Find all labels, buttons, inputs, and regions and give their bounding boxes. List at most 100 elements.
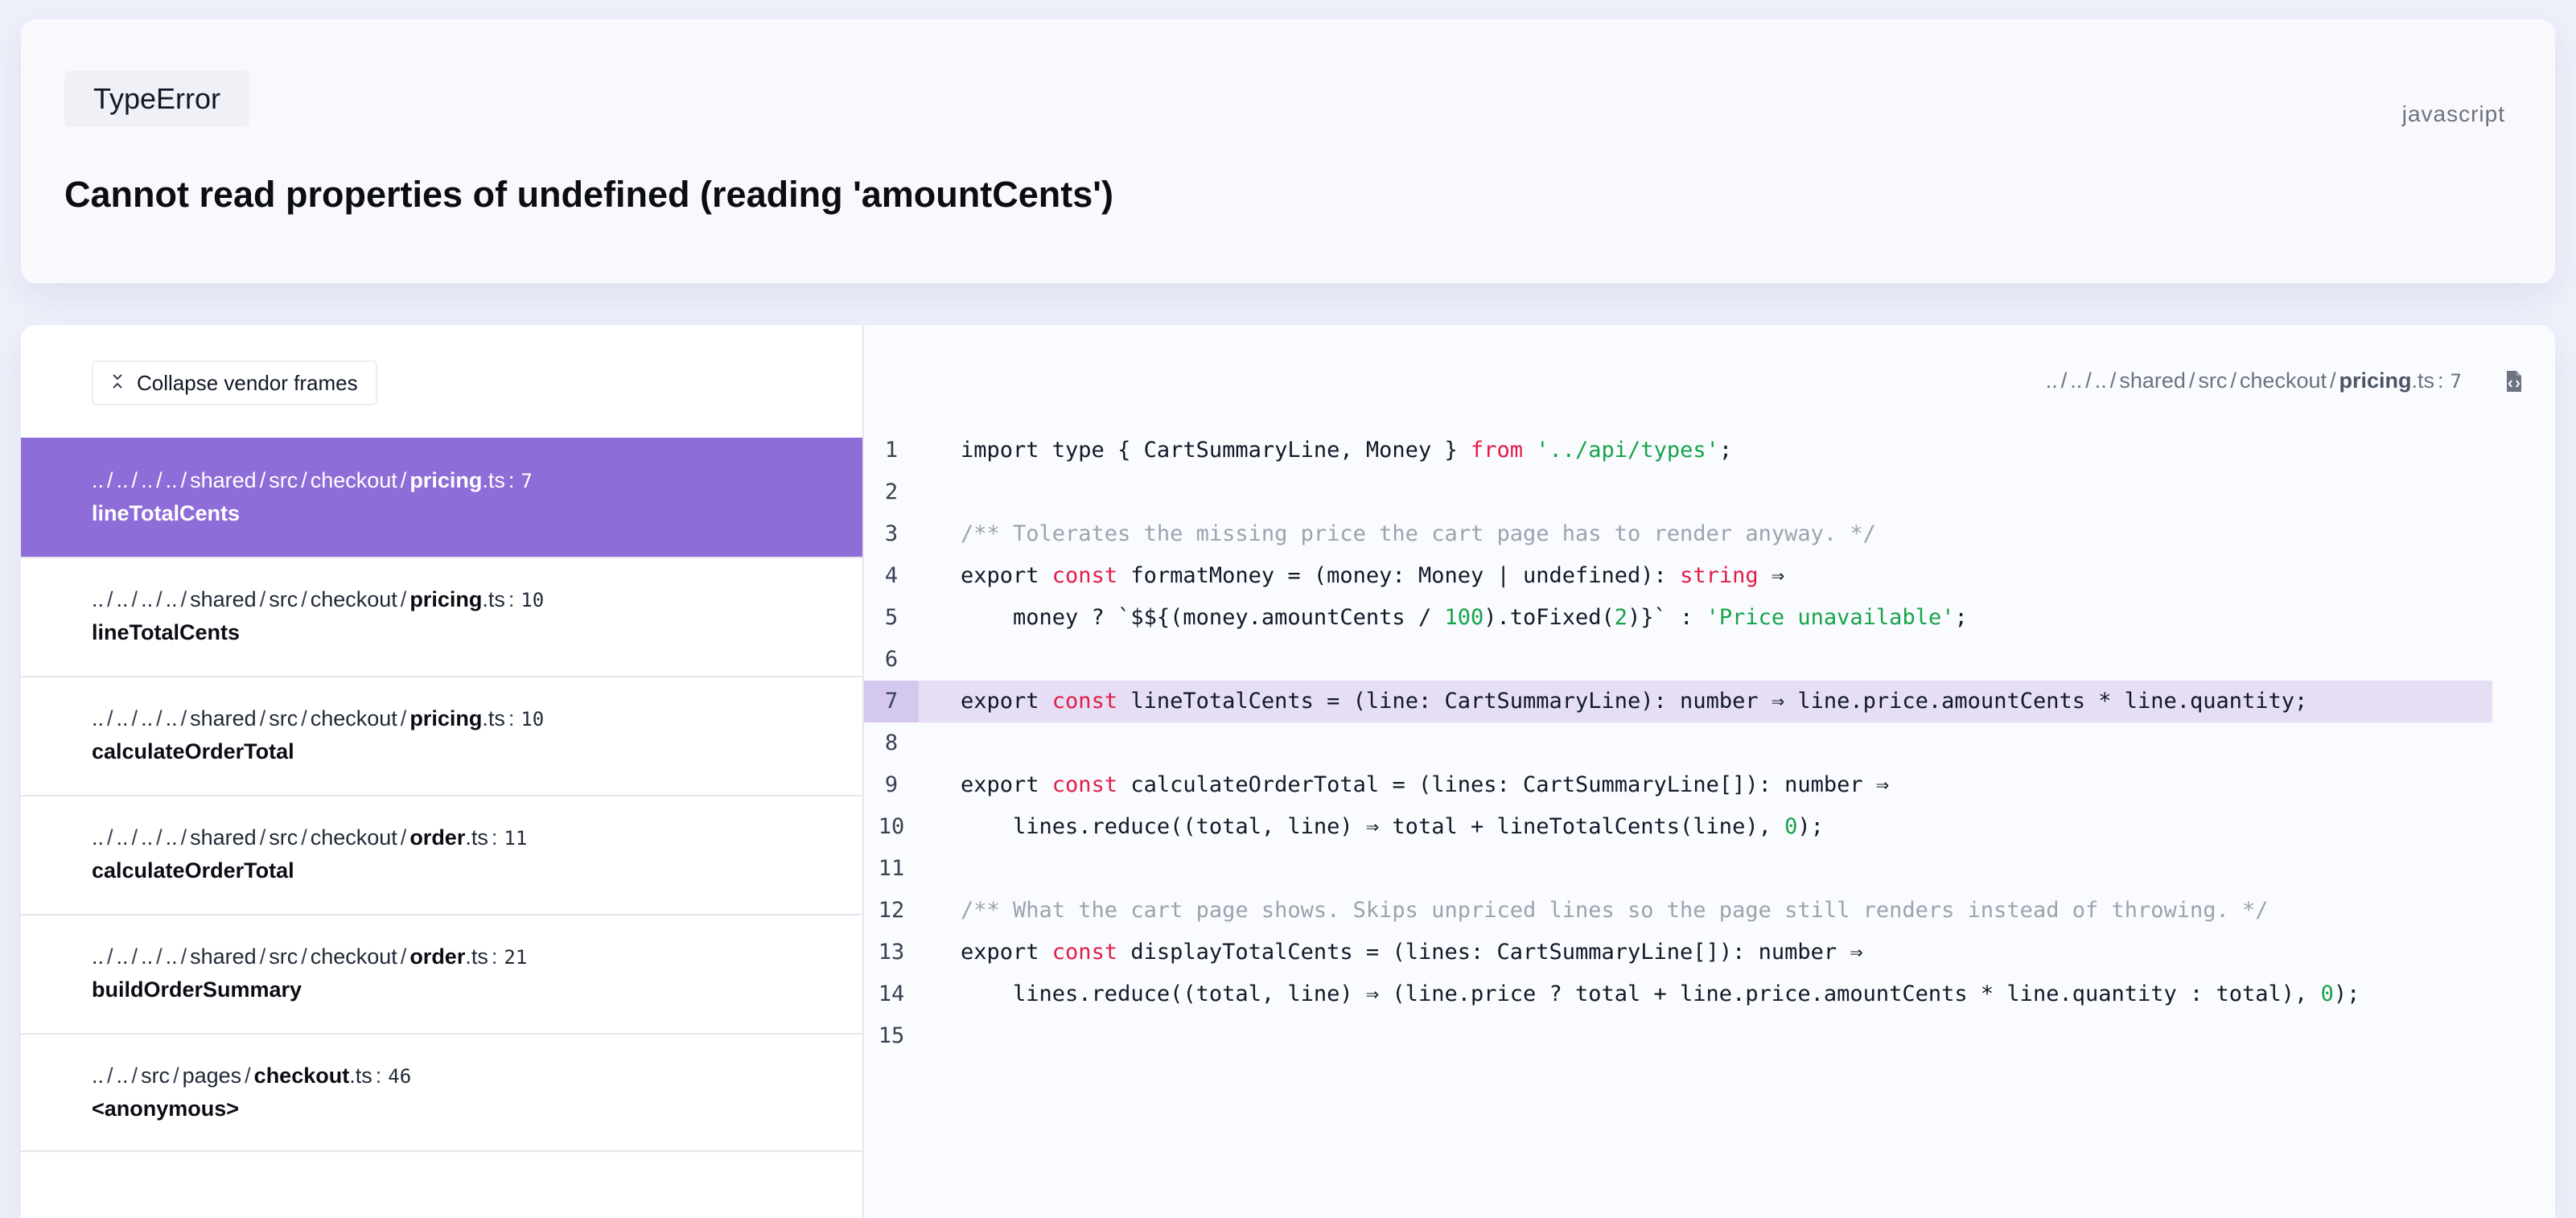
path-segment: checkout	[310, 468, 397, 492]
path-separator: /	[259, 944, 266, 969]
code-text: export const formatMoney = (money: Money…	[961, 555, 1784, 597]
code-text: /** Tolerates the missing price the cart…	[961, 513, 1876, 555]
code-token: formatMoney = (money: Money | undefined)…	[1117, 563, 1681, 588]
path-separator: /	[2109, 368, 2117, 393]
path-separator: /	[2329, 368, 2336, 393]
path-separator: /	[156, 706, 163, 730]
path-line-separator: :	[508, 706, 515, 730]
code-token: /** Tolerates the missing price the cart…	[961, 521, 1876, 546]
code-token: ;	[1718, 438, 1733, 463]
line-number: 1	[884, 438, 899, 463]
path-separator: /	[156, 944, 163, 969]
frame-path: .. /.. / src / pages / checkout.ts:46	[92, 1064, 862, 1088]
stack-frame[interactable]: .. /.. /.. /.. / shared / src / checkout / pricing.…	[21, 438, 862, 557]
path-segment: ..	[141, 825, 154, 850]
code-token: 2	[1614, 605, 1628, 630]
path-separator: /	[180, 468, 187, 492]
code-token: export	[961, 772, 1052, 797]
path-separator: /	[131, 587, 138, 611]
path-separator: /	[301, 468, 307, 492]
path-separator: /	[131, 468, 138, 492]
code-token: 0	[1784, 814, 1798, 839]
path-segment: src	[269, 825, 298, 850]
path-separator: /	[180, 587, 187, 611]
code-token: ).toFixed(	[1483, 605, 1615, 630]
code-line: 10 lines.reduce((total, line) ⇒ total + …	[864, 806, 2492, 848]
path-file-ext: .ts	[482, 468, 505, 492]
path-segment: ..	[165, 587, 178, 611]
code-token: );	[1797, 814, 1824, 839]
code-token: 'Price unavailable'	[1706, 605, 1955, 630]
stack-frame[interactable]: .. /.. / src / pages / checkout.ts:46 <anonymous…	[21, 1033, 862, 1152]
path-segment: ..	[116, 944, 129, 969]
frame-path: .. /.. /.. /.. / shared / src / checkout / pricing.…	[92, 468, 862, 493]
line-number: 4	[884, 563, 899, 588]
path-separator: /	[301, 944, 307, 969]
line-number: 2	[884, 479, 899, 504]
code-token: const	[1051, 940, 1118, 965]
code-line: 12 /** What the cart page shows. Skips un…	[864, 890, 2492, 932]
path-segment: pages	[182, 1064, 242, 1088]
path-separator: /	[400, 587, 407, 611]
code-line: 9 export const calculateOrderTotal = (lin…	[864, 764, 2492, 806]
path-file-ext: .ts	[465, 825, 488, 850]
path-segment: shared	[190, 706, 257, 730]
path-segment: ..	[92, 1064, 105, 1088]
path-separator: /	[2085, 368, 2092, 393]
path-segment: checkout	[310, 825, 397, 850]
code-file-path: .. /.. /.. / shared / src / checkout / pricing.ts:…	[2046, 368, 2462, 393]
code-token: '../api/types'	[1536, 438, 1719, 463]
code-text: lines.reduce((total, line) ⇒ total + lin…	[961, 806, 1824, 848]
code-line: 5 money ? `$${(money.amountCents / 100).…	[864, 597, 2492, 639]
path-line-separator: :	[491, 944, 498, 969]
code-panel: .. /.. /.. / shared / src / checkout / pricing.ts:…	[864, 325, 2555, 1218]
line-number: 7	[864, 681, 919, 722]
path-separator: /	[107, 468, 113, 492]
line-number: 14	[878, 981, 905, 1006]
line-number: 5	[884, 605, 899, 630]
code-token: const	[1051, 689, 1118, 714]
path-separator: /	[400, 468, 407, 492]
line-number: 11	[878, 856, 905, 881]
code-line: 6	[864, 639, 2492, 681]
file-code-icon[interactable]	[2505, 370, 2523, 393]
stack-frame[interactable]: .. /.. /.. /.. / shared / src / checkout / order.ts…	[21, 914, 862, 1033]
path-line-number: 21	[504, 946, 528, 969]
stack-frame[interactable]: .. /.. /.. /.. / shared / src / checkout / pricing.…	[21, 557, 862, 676]
stack-frame[interactable]: .. /.. /.. /.. / shared / src / checkout / pricing.…	[21, 676, 862, 795]
path-segment: shared	[190, 825, 257, 850]
collapse-vendor-frames-button[interactable]: Collapse vendor frames	[92, 360, 377, 405]
stack-frame[interactable]: .. /.. /.. /.. / shared / src / checkout / order.ts…	[21, 795, 862, 914]
path-separator: /	[301, 825, 307, 850]
path-line-separator: :	[508, 468, 515, 492]
path-segment: src	[269, 468, 298, 492]
code-token: export	[961, 940, 1052, 965]
path-line-separator: :	[508, 587, 515, 611]
path-separator: /	[131, 706, 138, 730]
line-number: 15	[878, 1023, 905, 1048]
path-segment: ..	[2094, 368, 2107, 393]
path-separator: /	[131, 825, 138, 850]
path-separator: /	[107, 825, 113, 850]
code-token: export	[961, 689, 1052, 714]
path-separator: /	[107, 944, 113, 969]
path-separator: /	[156, 587, 163, 611]
frame-list: .. /.. /.. /.. / shared / src / checkout / pricing.…	[21, 438, 862, 1152]
path-separator: /	[259, 587, 266, 611]
code-text: /** What the cart page shows. Skips unpr…	[961, 890, 2269, 932]
path-file-name: order	[409, 944, 466, 969]
path-segment: ..	[116, 706, 129, 730]
frame-path: .. /.. /.. /.. / shared / src / checkout / pricing.…	[92, 706, 862, 731]
code-token: from	[1470, 438, 1523, 463]
path-separator: /	[245, 1064, 251, 1088]
code-line: 15	[864, 1015, 2492, 1057]
path-segment: ..	[141, 468, 154, 492]
path-separator: /	[131, 944, 138, 969]
path-file-ext: .ts	[2411, 368, 2435, 393]
line-number: 10	[878, 814, 905, 839]
path-file-ext: .ts	[482, 706, 505, 730]
stack-trace-view: Collapse vendor frames .. /.. /.. /.. / share…	[21, 325, 2555, 1218]
line-number: 3	[884, 521, 899, 546]
path-separator: /	[180, 944, 187, 969]
